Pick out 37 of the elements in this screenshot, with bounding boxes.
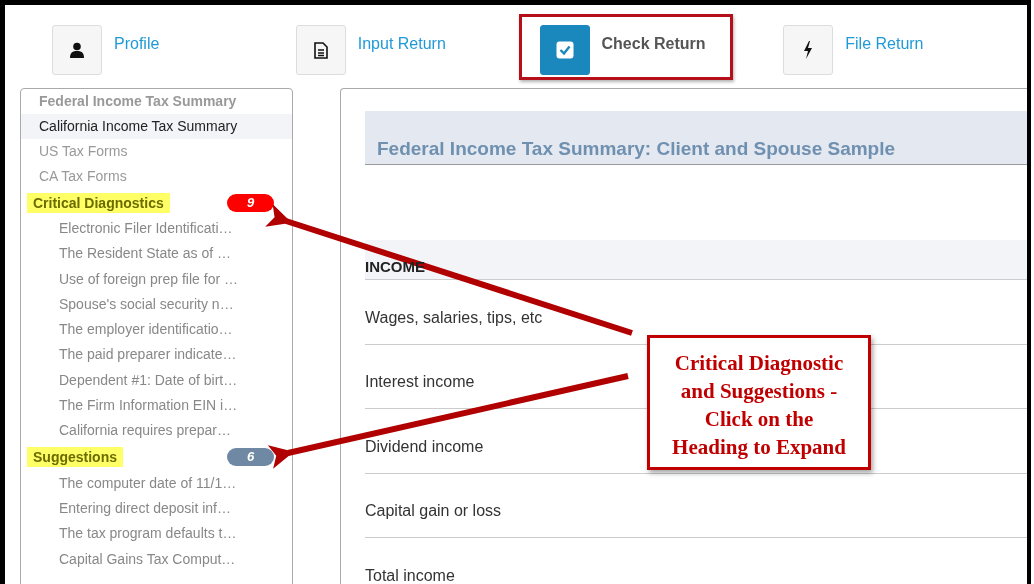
diagnostic-item[interactable]: Use of foreign prep file for … xyxy=(21,266,292,292)
count-badge: 9 xyxy=(227,193,274,212)
diagnostic-item[interactable]: Electronic Filer Identificati… xyxy=(21,216,292,242)
count-badge: 6 xyxy=(227,448,274,467)
document-icon xyxy=(313,41,328,59)
section-heading[interactable]: Critical Diagnostics xyxy=(27,192,170,213)
page-title: Federal Income Tax Summary: Client and Spouse Sample xyxy=(377,138,896,160)
row-label: Capital gain or loss xyxy=(365,502,502,521)
lightning-icon xyxy=(803,41,814,59)
row-label: Dividend income xyxy=(365,437,484,456)
tab[interactable]: Profile xyxy=(52,25,160,75)
callout: Critical Diagnostic and Suggestions - Click on the Heading to Expand xyxy=(647,335,871,470)
person-icon xyxy=(69,42,85,58)
diagnostic-item[interactable]: California requires prepar… xyxy=(21,418,292,444)
diagnostic-item[interactable]: The Resident State as of … xyxy=(21,241,292,267)
diagnostic-item[interactable]: The computer date of 11/1… xyxy=(21,470,292,496)
diagnostic-item[interactable]: The tax program defaults t… xyxy=(21,521,292,547)
checkbox-icon xyxy=(555,41,574,59)
tab[interactable]: File Return xyxy=(783,25,924,75)
row-label: Total income xyxy=(365,566,455,584)
sidebar-item[interactable]: US Tax Forms xyxy=(21,139,292,164)
diagnostic-item[interactable]: The paid preparer indicate… xyxy=(21,342,292,368)
sidebar-item[interactable]: Federal Income Tax Summary xyxy=(21,89,292,114)
tab[interactable]: Input Return xyxy=(295,25,446,75)
diagnostic-item[interactable]: The employer identificatio… xyxy=(21,317,292,343)
diagnostic-item[interactable]: Capital Gains Tax Comput… xyxy=(21,546,292,572)
sidebar-item[interactable]: CA Tax Forms xyxy=(21,164,292,189)
section-heading[interactable]: Suggestions xyxy=(27,447,123,468)
diagnostic-item[interactable]: Spouse's social security n… xyxy=(21,291,292,318)
row-label: Interest income xyxy=(365,373,475,392)
section-title: INCOME xyxy=(365,258,425,275)
row-label: Wages, salaries, tips, etc xyxy=(365,308,543,327)
sidebar-item[interactable]: California Income Tax Summary xyxy=(21,114,292,139)
diagnostic-item[interactable]: Entering direct deposit inf… xyxy=(21,495,292,522)
diagnostic-item[interactable]: Dependent #1: Date of birt… xyxy=(21,367,292,394)
tab[interactable]: Check Return xyxy=(539,25,706,75)
diagnostic-item[interactable]: The Firm Information EIN i… xyxy=(21,393,292,419)
